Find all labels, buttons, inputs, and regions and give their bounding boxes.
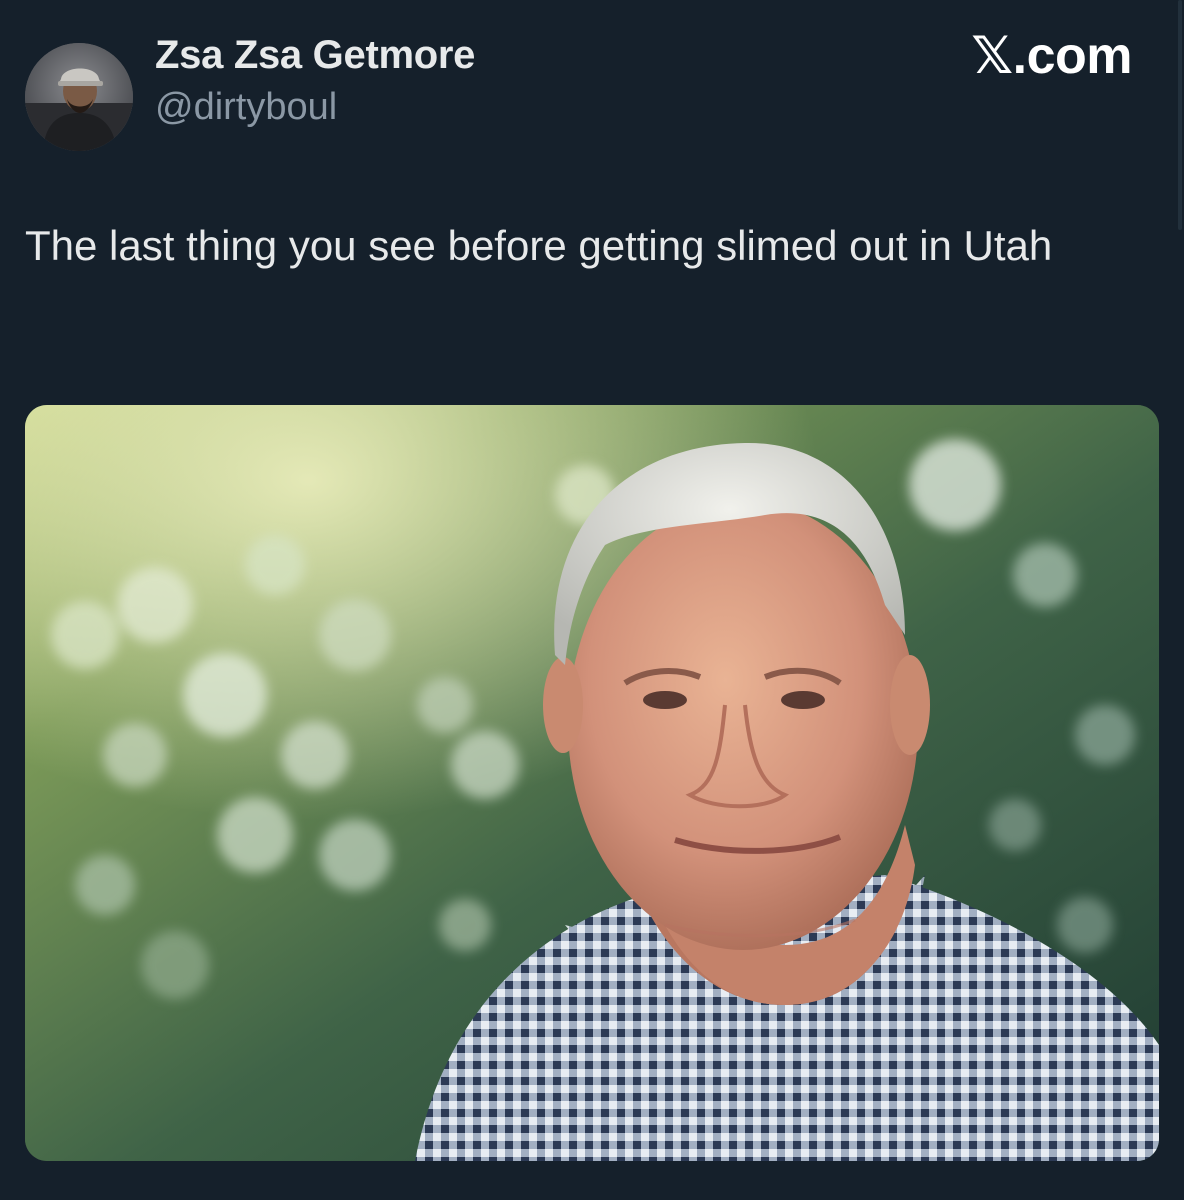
media-photo <box>25 405 1159 1161</box>
tweet-media[interactable] <box>25 405 1159 1161</box>
tweet-text: The last thing you see before getting sl… <box>25 222 1053 269</box>
tweet-card: Zsa Zsa Getmore @dirtyboul 𝕏.com The las… <box>0 0 1184 1200</box>
user-handle[interactable]: @dirtyboul <box>155 86 337 129</box>
display-name[interactable]: Zsa Zsa Getmore <box>155 33 475 78</box>
x-logo: 𝕏.com <box>971 26 1132 86</box>
x-logo-mark: 𝕏 <box>971 26 1013 86</box>
x-logo-suffix: .com <box>1012 27 1133 85</box>
scrollbar[interactable] <box>1178 0 1182 230</box>
avatar[interactable] <box>25 43 133 151</box>
avatar-image <box>25 43 133 151</box>
